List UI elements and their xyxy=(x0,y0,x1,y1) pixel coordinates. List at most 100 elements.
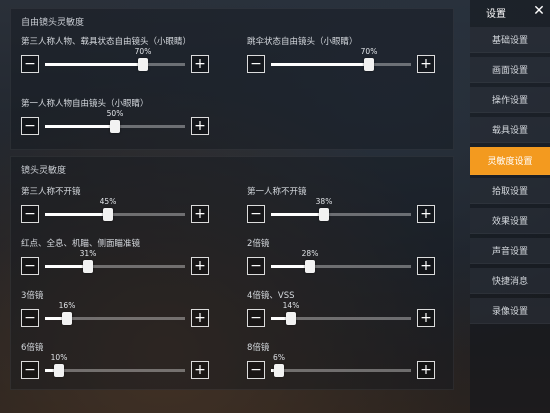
slider-fill xyxy=(271,63,369,66)
increase-button[interactable]: + xyxy=(417,55,435,73)
slider-fill xyxy=(45,213,108,216)
slider-thumb[interactable] xyxy=(103,208,113,221)
sidebar-item-pickup[interactable]: 拾取设置 xyxy=(470,178,550,204)
slider-track[interactable]: 28% xyxy=(271,249,411,273)
slider-setting: 4倍镜、VSS − 14% + xyxy=(247,289,447,337)
slider-value: 45% xyxy=(99,197,117,206)
free-camera-section: 自由镜头灵敏度 第三人称人物、载具状态自由镜头（小眼睛） − 70% + 跳伞状… xyxy=(10,8,454,150)
setting-label: 第一人称人物自由镜头（小眼睛） xyxy=(21,99,149,109)
increase-button[interactable]: + xyxy=(191,117,209,135)
slider-track[interactable]: 31% xyxy=(45,249,185,273)
setting-label: 4倍镜、VSS xyxy=(247,291,295,301)
slider-value: 70% xyxy=(360,47,378,56)
slider-fill xyxy=(45,63,143,66)
slider-value: 10% xyxy=(50,353,68,362)
slider-value: 28% xyxy=(301,249,319,258)
decrease-button[interactable]: − xyxy=(21,361,39,379)
increase-button[interactable]: + xyxy=(417,309,435,327)
slider-thumb[interactable] xyxy=(138,58,148,71)
sidebar-item-audio[interactable]: 声音设置 xyxy=(470,238,550,264)
slider-track[interactable]: 70% xyxy=(45,47,185,71)
slider-track[interactable]: 45% xyxy=(45,197,185,221)
sidebar-title: 设置 xyxy=(486,9,506,20)
slider-track[interactable]: 16% xyxy=(45,301,185,325)
setting-label: 6倍镜 xyxy=(21,343,44,353)
setting-label: 红点、全息、机瞄、侧面瞄准镜 xyxy=(21,239,141,249)
decrease-button[interactable]: − xyxy=(247,205,265,223)
setting-label: 2倍镜 xyxy=(247,239,270,249)
slider-thumb[interactable] xyxy=(110,120,120,133)
increase-button[interactable]: + xyxy=(191,257,209,275)
section-title: 镜头灵敏度 xyxy=(21,166,67,176)
sidebar-item-quick-message[interactable]: 快捷消息 xyxy=(470,268,550,294)
decrease-button[interactable]: − xyxy=(247,257,265,275)
sidebar-item-sensitivity[interactable]: 灵敏度设置 xyxy=(470,147,550,175)
increase-button[interactable]: + xyxy=(191,361,209,379)
decrease-button[interactable]: − xyxy=(21,309,39,327)
sidebar-item-vehicle[interactable]: 载具设置 xyxy=(470,117,550,143)
setting-label: 第三人称人物、载具状态自由镜头（小眼睛） xyxy=(21,37,192,47)
increase-button[interactable]: + xyxy=(417,205,435,223)
slider-setting: 3倍镜 − 16% + xyxy=(21,289,221,337)
close-icon[interactable]: ✕ xyxy=(530,2,548,20)
slider-thumb[interactable] xyxy=(319,208,329,221)
slider-track[interactable]: 10% xyxy=(45,353,185,377)
slider-setting: 第一人称人物自由镜头（小眼睛） − 50% + xyxy=(21,97,221,145)
slider-thumb[interactable] xyxy=(54,364,64,377)
slider-thumb[interactable] xyxy=(364,58,374,71)
slider-track[interactable]: 14% xyxy=(271,301,411,325)
decrease-button[interactable]: − xyxy=(247,55,265,73)
slider-setting: 2倍镜 − 28% + xyxy=(247,237,447,285)
settings-sidebar: 设置 ✕ 基础设置 画面设置 操作设置 载具设置 灵敏度设置 拾取设置 效果设置… xyxy=(470,0,550,413)
setting-label: 第三人称不开镜 xyxy=(21,187,81,197)
slider-value: 38% xyxy=(315,197,333,206)
increase-button[interactable]: + xyxy=(191,309,209,327)
setting-label: 跳伞状态自由镜头（小眼睛） xyxy=(247,37,358,47)
slider-value: 70% xyxy=(134,47,152,56)
slider-value: 6% xyxy=(273,353,285,362)
slider-thumb[interactable] xyxy=(274,364,284,377)
settings-main-panel: 自由镜头灵敏度 第三人称人物、载具状态自由镜头（小眼睛） − 70% + 跳伞状… xyxy=(0,0,458,413)
sidebar-item-recording[interactable]: 录像设置 xyxy=(470,298,550,324)
camera-sensitivity-section: 镜头灵敏度 第三人称不开镜 − 45% + 第一人称不开镜 − 38% + 红点… xyxy=(10,156,454,390)
slider-value: 14% xyxy=(282,301,300,310)
decrease-button[interactable]: − xyxy=(247,309,265,327)
slider-track[interactable]: 70% xyxy=(271,47,411,71)
slider-fill xyxy=(271,213,324,216)
slider-fill xyxy=(45,265,88,268)
slider-setting: 跳伞状态自由镜头（小眼睛） − 70% + xyxy=(247,35,447,83)
slider-fill xyxy=(45,125,115,128)
sidebar-header: 设置 ✕ xyxy=(470,0,550,24)
slider-thumb[interactable] xyxy=(305,260,315,273)
increase-button[interactable]: + xyxy=(191,205,209,223)
increase-button[interactable]: + xyxy=(191,55,209,73)
decrease-button[interactable]: − xyxy=(21,55,39,73)
decrease-button[interactable]: − xyxy=(21,257,39,275)
increase-button[interactable]: + xyxy=(417,361,435,379)
sidebar-item-effects[interactable]: 效果设置 xyxy=(470,208,550,234)
sidebar-item-basic[interactable]: 基础设置 xyxy=(470,27,550,53)
slider-thumb[interactable] xyxy=(62,312,72,325)
decrease-button[interactable]: − xyxy=(247,361,265,379)
slider-setting: 第三人称不开镜 − 45% + xyxy=(21,185,221,233)
slider-thumb[interactable] xyxy=(286,312,296,325)
slider-value: 16% xyxy=(58,301,76,310)
slider-setting: 第一人称不开镜 − 38% + xyxy=(247,185,447,233)
slider-setting: 第三人称人物、载具状态自由镜头（小眼睛） − 70% + xyxy=(21,35,221,83)
slider-thumb[interactable] xyxy=(83,260,93,273)
sidebar-item-controls[interactable]: 操作设置 xyxy=(470,87,550,113)
slider-value: 50% xyxy=(106,109,124,118)
setting-label: 3倍镜 xyxy=(21,291,44,301)
setting-label: 第一人称不开镜 xyxy=(247,187,307,197)
slider-value: 31% xyxy=(79,249,97,258)
sidebar-item-graphics[interactable]: 画面设置 xyxy=(470,57,550,83)
increase-button[interactable]: + xyxy=(417,257,435,275)
slider-track[interactable]: 50% xyxy=(45,109,185,133)
slider-track[interactable]: 38% xyxy=(271,197,411,221)
section-title: 自由镜头灵敏度 xyxy=(21,18,85,28)
slider-setting: 8倍镜 − 6% + xyxy=(247,341,447,389)
decrease-button[interactable]: − xyxy=(21,117,39,135)
slider-track[interactable]: 6% xyxy=(271,353,411,377)
slider-setting: 6倍镜 − 10% + xyxy=(21,341,221,389)
decrease-button[interactable]: − xyxy=(21,205,39,223)
